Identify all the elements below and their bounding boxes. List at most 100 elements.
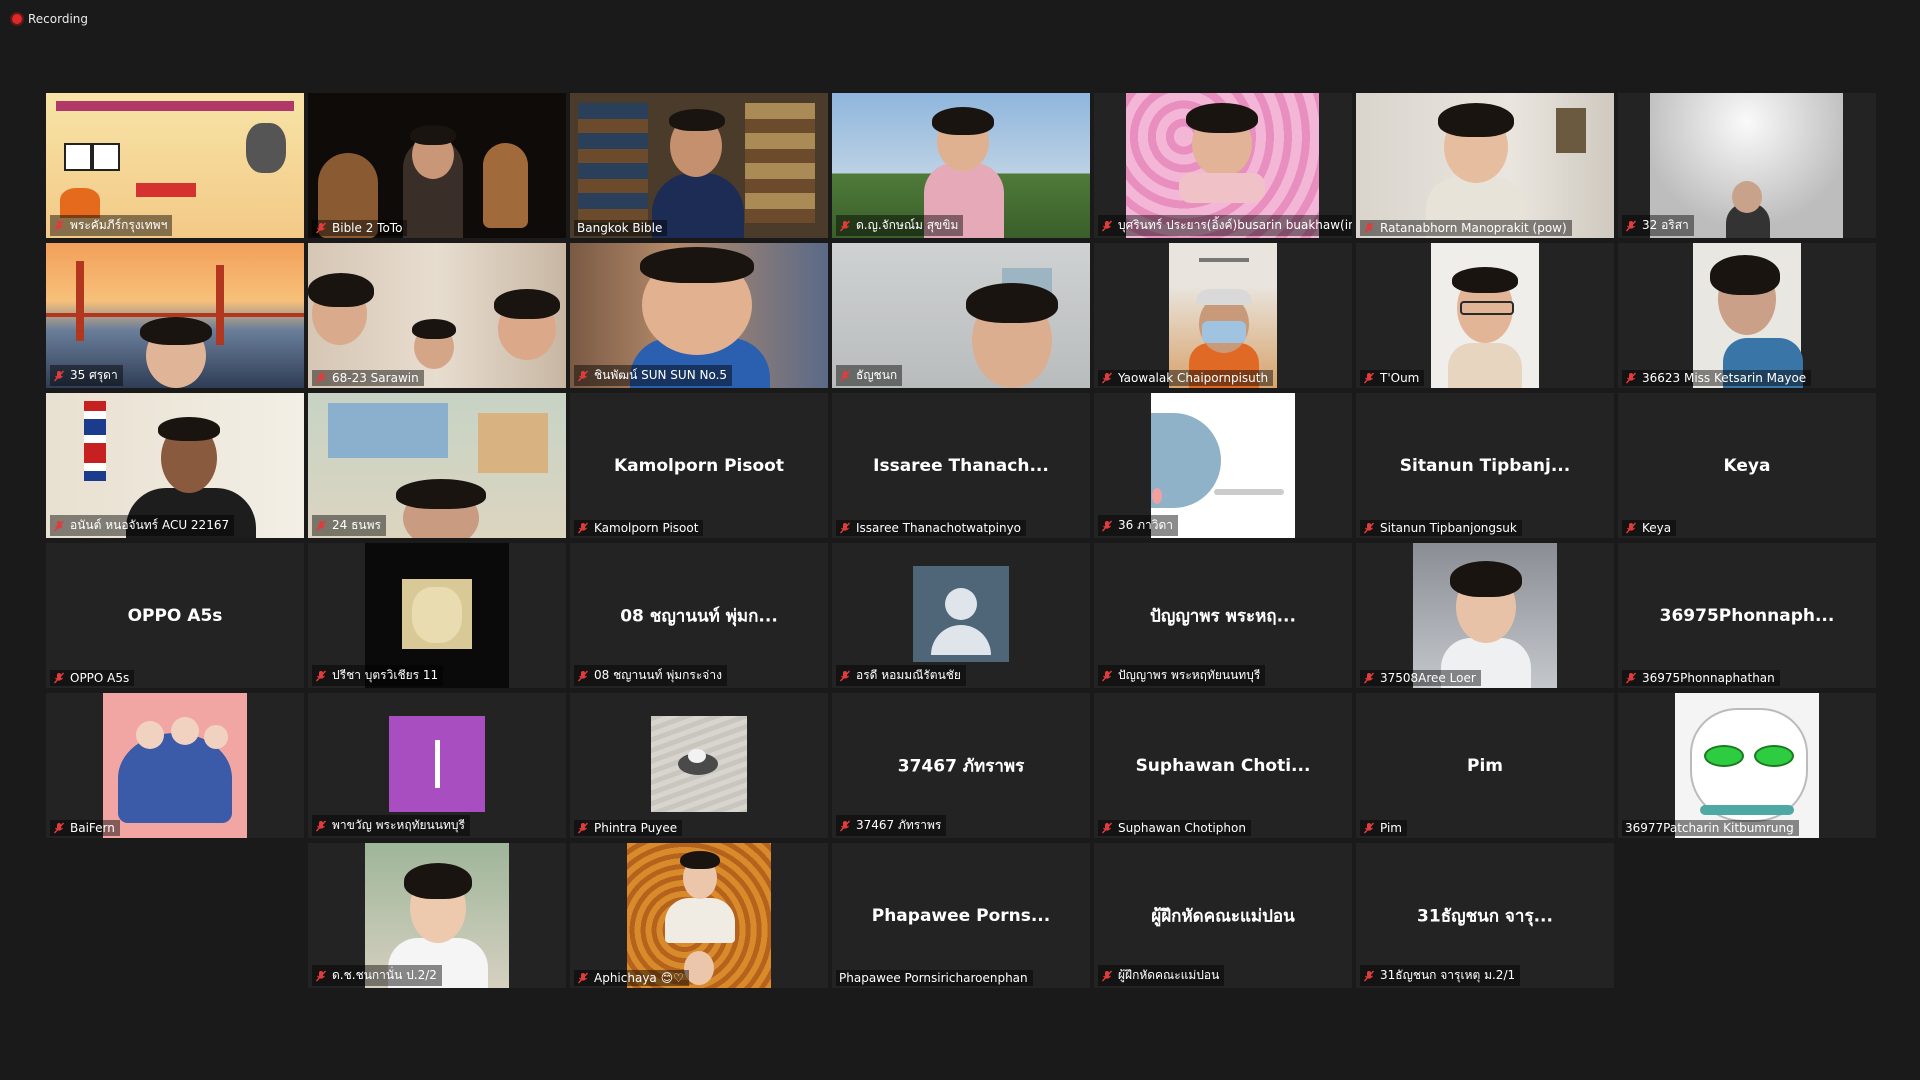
participant-center-name: ผู้ฝึกหัดคณะแม่ปอน (1151, 906, 1295, 926)
participant-tile[interactable]: 24 ธนพร (308, 393, 566, 538)
participant-label: Bangkok Bible (574, 220, 668, 236)
qr-code-icon (92, 143, 120, 171)
participant-label: Phapawee Pornsiricharoenphan (836, 970, 1033, 986)
bookshelf (578, 103, 648, 223)
participant-label: Kamolporn Pisoot (574, 520, 704, 536)
muted-mic-icon (1363, 970, 1375, 982)
participant-label: ด.ญ.จักษณ์ม สุขขิม (836, 215, 964, 236)
participant-tile[interactable]: 37467 ภัทราพร 37467 ภัทราพร (832, 693, 1090, 838)
participant-label: Phintra Puyee (574, 820, 683, 836)
participant-center-name: 08 ชญานนท์ พุ่มก... (620, 606, 778, 626)
participant-tile[interactable]: Bible 2 ToTo (308, 93, 566, 238)
participant-tile[interactable]: Keya Keya (1618, 393, 1876, 538)
participant-label: T'Oum (1360, 370, 1425, 386)
participant-tile[interactable]: ชินพัฒน์ SUN SUN No.5 (570, 243, 828, 388)
muted-mic-icon (53, 822, 65, 834)
participant-tile[interactable]: ปัญญาพร พระหฤ... ปัญญาพร พระหฤทัยนนทบุรี (1094, 543, 1352, 688)
qr-code-icon (64, 143, 92, 171)
participant-tile[interactable]: 31ธัญชนก จารุ... 31ธัญชนก จารุเหตุ ม.2/1 (1356, 843, 1614, 988)
recording-dot-icon (12, 14, 22, 24)
muted-mic-icon (315, 820, 327, 832)
participant-tile[interactable]: พาขวัญ พระหฤทัยนนทบุรี (308, 693, 566, 838)
participant-tile[interactable]: Kamolporn Pisoot Kamolporn Pisoot (570, 393, 828, 538)
muted-mic-icon (1101, 970, 1113, 982)
participant-tile[interactable]: ด.ญ.จักษณ์ม สุขขิม (832, 93, 1090, 238)
person-body (1448, 343, 1522, 388)
muted-mic-icon (1101, 822, 1113, 834)
participant-tile[interactable]: 68-23 Sarawin (308, 243, 566, 388)
participant-tile[interactable]: Issaree Thanach... Issaree Thanachotwatp… (832, 393, 1090, 538)
thai-flag (84, 401, 106, 481)
participant-tile[interactable]: พระคัมภีร์กรุงเทพฯ (46, 93, 304, 238)
participant-label: ผู้ฝึกหัดคณะแม่ปอน (1098, 965, 1225, 986)
muted-mic-icon (53, 220, 65, 232)
muted-mic-icon (577, 822, 589, 834)
muted-mic-icon (315, 670, 327, 682)
participant-tile[interactable]: ผู้ฝึกหัดคณะแม่ปอน ผู้ฝึกหัดคณะแม่ปอน (1094, 843, 1352, 988)
participant-tile[interactable]: Yaowalak Chaipornpisuth (1094, 243, 1352, 388)
participant-tile[interactable]: บุศรินทร์ ประยาร(อิ้งค์)busarin buakhaw(… (1094, 93, 1352, 238)
muted-mic-icon (53, 370, 65, 382)
participant-tile[interactable]: ธัญชนก (832, 243, 1090, 388)
muted-mic-icon (1363, 372, 1375, 384)
participant-tile[interactable]: อรดี หอมมณีรัตนชัย (832, 543, 1090, 688)
participant-tile[interactable]: Pim Pim (1356, 693, 1614, 838)
glasses (1460, 301, 1514, 315)
participant-tile[interactable]: 36977Patcharin Kitbumrung (1618, 693, 1876, 838)
muted-mic-icon (577, 370, 589, 382)
participant-label: ด.ช.ชนกานั่น ป.2/2 (312, 965, 442, 986)
participant-label: Yaowalak Chaipornpisuth (1098, 370, 1274, 386)
shelf (478, 413, 548, 473)
participant-tile[interactable]: OPPO A5s OPPO A5s (46, 543, 304, 688)
muted-mic-icon (1625, 220, 1637, 232)
cat-eye (1754, 745, 1794, 767)
muted-mic-icon (1625, 672, 1637, 684)
participant-label: อรดี หอมมณีรัตนชัย (836, 665, 966, 686)
participant-tile[interactable]: Suphawan Choti... Suphawan Chotiphon (1094, 693, 1352, 838)
participant-tile[interactable]: ปรีชา บุตรวิเชียร 11 (308, 543, 566, 688)
participant-label: อนันต์ หนอจันทร์ ACU 22167 (50, 515, 235, 536)
participant-tile[interactable]: อนันต์ หนอจันทร์ ACU 22167 (46, 393, 304, 538)
participant-tile[interactable]: 37508Aree Loer (1356, 543, 1614, 688)
participant-label: 32 อริสา (1622, 215, 1694, 236)
participant-tile-active-speaker[interactable]: Bangkok Bible (570, 93, 828, 238)
participant-label: Bible 2 ToTo (312, 220, 408, 236)
muted-mic-icon (839, 220, 851, 232)
participant-tile[interactable]: 08 ชญานนท์ พุ่มก... 08 ชญานนท์ พุ่มกระจ่… (570, 543, 828, 688)
muted-mic-icon (53, 672, 65, 684)
recording-label: Recording (28, 12, 89, 26)
participant-tile[interactable]: 36975Phonnaph... 36975Phonnaphathan (1618, 543, 1876, 688)
muted-mic-icon (315, 372, 327, 384)
avatar-head-icon (945, 588, 977, 620)
participant-center-name: Phapawee Porns... (871, 905, 1051, 926)
muted-mic-icon (53, 520, 65, 532)
participant-tile[interactable]: BaiFern (46, 693, 304, 838)
participant-tile[interactable]: Aphichaya 😊♡ (570, 843, 828, 988)
participant-label: ปรีชา บุตรวิเชียร 11 (312, 665, 444, 686)
participant-tile[interactable]: Ratanabhorn Manoprakit (pow) (1356, 93, 1614, 238)
muted-mic-icon (315, 970, 327, 982)
participant-tile[interactable]: 36 ภาวิดา (1094, 393, 1352, 538)
participant-tile[interactable]: Sitanun Tipbanj... Sitanun Tipbanjongsuk (1356, 393, 1614, 538)
participant-label: 35 ศรุดา (50, 365, 123, 386)
cat-collar (1700, 805, 1794, 815)
participant-tile[interactable]: 32 อริสา (1618, 93, 1876, 238)
participant-tile[interactable]: Phapawee Porns... Phapawee Pornsiricharo… (832, 843, 1090, 988)
participant-label: 24 ธนพร (312, 515, 386, 536)
cap (1196, 289, 1252, 305)
participant-tile[interactable]: T'Oum (1356, 243, 1614, 388)
participant-gallery: พระคัมภีร์กรุงเทพฯ Bible 2 ToTo Bangkok … (46, 93, 1876, 988)
participant-tile[interactable]: 35 ศรุดา (46, 243, 304, 388)
participant-label: Aphichaya 😊♡ (574, 970, 689, 986)
participant-label: Pim (1360, 820, 1407, 836)
participant-label: ปัญญาพร พระหฤทัยนนทบุรี (1098, 665, 1266, 686)
muted-mic-icon (1363, 672, 1375, 684)
participant-tile[interactable]: Phintra Puyee (570, 693, 828, 838)
muted-mic-icon (1363, 822, 1375, 834)
recording-indicator[interactable]: Recording (12, 12, 88, 26)
participant-tile[interactable]: ด.ช.ชนกานั่น ป.2/2 (308, 843, 566, 988)
participant-tile[interactable]: 36623 Miss Ketsarin Mayoe (1618, 243, 1876, 388)
participant-center-name: Sitanun Tipbanj... (1399, 455, 1571, 476)
window (328, 403, 448, 458)
participant-label: 36 ภาวิดา (1098, 515, 1179, 536)
